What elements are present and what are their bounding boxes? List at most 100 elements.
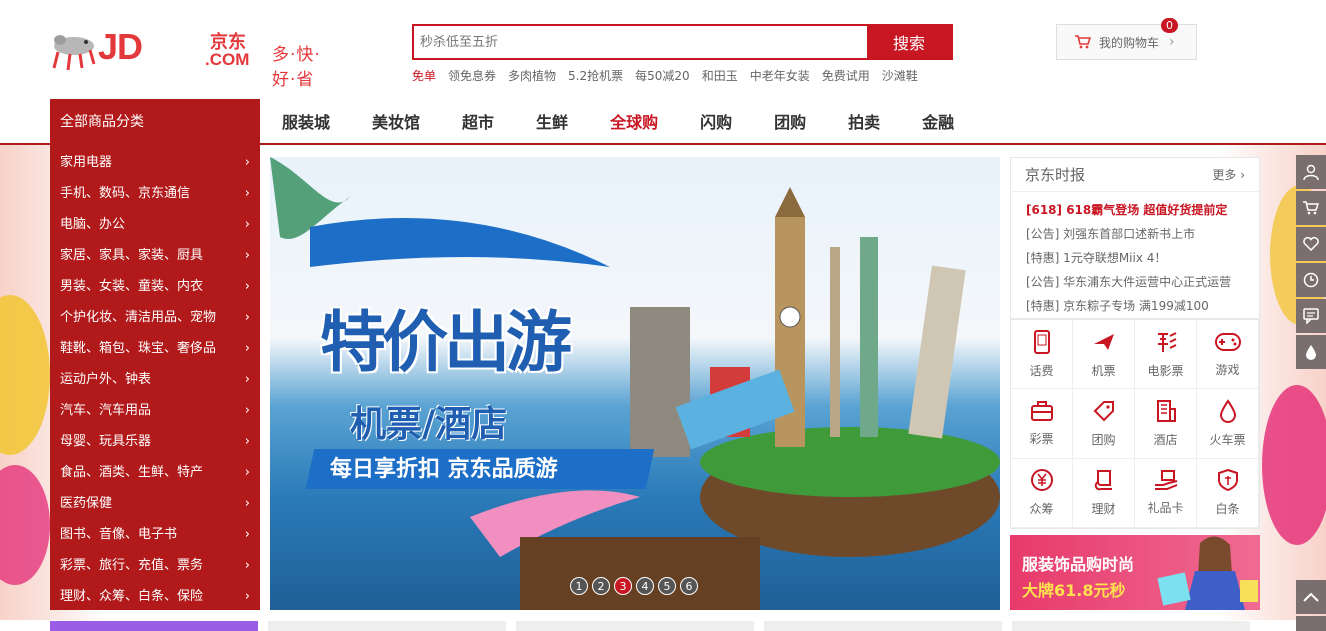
category-item[interactable]: 家用电器 › <box>50 147 260 178</box>
nav-item[interactable]: 服装城 <box>282 109 330 133</box>
nav-item[interactable]: 金融 <box>922 109 954 133</box>
category-item[interactable]: 个护化妆、清洁用品、宠物 › <box>50 302 260 333</box>
service-phone[interactable]: 话费 <box>1011 320 1073 390</box>
service-hotel[interactable]: 酒店 <box>1135 389 1197 459</box>
news-item[interactable]: [特惠] 1元夺联想Miix 4！ <box>1026 246 1259 270</box>
hotword-link[interactable]: 5.2抢机票 <box>568 67 623 84</box>
category-item[interactable]: 电脑、办公 › <box>50 209 260 240</box>
news-more-link[interactable]: 更多 › <box>1212 166 1245 183</box>
feedback-button[interactable] <box>1296 616 1326 631</box>
service-baitiao[interactable]: 白条 <box>1197 458 1259 528</box>
category-item[interactable]: 彩票、旅行、充值、票务 › <box>50 550 260 581</box>
logo-slogan: 多·快·好·省 <box>272 45 321 90</box>
hero-banner[interactable]: 特价出游 机票/酒店 每日享折扣 京东品质游 1 2 3 4 5 6 <box>270 157 1000 610</box>
category-item[interactable]: 食品、酒类、生鲜、特产 › <box>50 457 260 488</box>
carousel-dot-active[interactable]: 3 <box>614 577 632 595</box>
service-movie[interactable]: 电影票 <box>1135 320 1197 390</box>
news-title: 京东时报 <box>1025 166 1086 184</box>
service-button[interactable] <box>1296 335 1326 369</box>
floor-tab[interactable] <box>1012 621 1251 631</box>
service-label: 团购 <box>1091 432 1116 447</box>
search-button[interactable]: 搜索 <box>867 26 951 58</box>
service-finance[interactable]: 理财 <box>1073 458 1135 528</box>
floor-tab[interactable] <box>516 621 755 631</box>
service-label: 众筹 <box>1029 502 1054 517</box>
service-train[interactable]: 火车票 <box>1197 389 1259 459</box>
promo-line2: 大牌61.8元秒 <box>1022 581 1126 600</box>
carousel-dot[interactable]: 2 <box>592 577 610 595</box>
floor-tab[interactable] <box>50 621 259 631</box>
nav-item-active[interactable]: 全球购 <box>610 109 658 133</box>
cart-button[interactable]: 我的购物车 › 0 <box>1056 18 1197 60</box>
hotword-link[interactable]: 和田玉 <box>702 67 738 84</box>
category-item[interactable]: 鞋靴、箱包、珠宝、奢侈品 › <box>50 333 260 364</box>
category-item[interactable]: 医药保健 › <box>50 488 260 519</box>
category-item[interactable]: 汽车、汽车用品 › <box>50 395 260 426</box>
page: JD 京东 .COM 多·快·好·省 搜索 免单 领免息券 多肉植物 5.2抢机… <box>0 0 1326 631</box>
floor-tab[interactable] <box>764 621 1003 631</box>
service-groupbuy[interactable]: 团购 <box>1073 389 1135 459</box>
service-lottery[interactable]: 彩票 <box>1011 389 1073 459</box>
category-item[interactable]: 理财、众筹、白条、保险 › <box>50 581 260 612</box>
nav-item[interactable]: 美妆馆 <box>372 109 420 133</box>
service-game[interactable]: 游戏 <box>1197 320 1259 390</box>
carousel-dot[interactable]: 4 <box>636 577 654 595</box>
banner-headline: 特价出游 <box>320 304 572 381</box>
hotword-link[interactable]: 沙滩鞋 <box>882 67 918 84</box>
side-cart-button[interactable] <box>1296 191 1326 225</box>
more-label: 更多 <box>1212 168 1237 182</box>
category-item[interactable]: 运动户外、钟表 › <box>50 364 260 395</box>
service-crowdfund[interactable]: 众筹 <box>1011 458 1073 528</box>
hotword-link[interactable]: 免单 <box>412 67 436 84</box>
jd-logo[interactable]: JD 京东 .COM 多·快·好·省 <box>50 22 330 90</box>
hotword-link[interactable]: 多肉植物 <box>508 67 556 84</box>
hotword-link[interactable]: 中老年女装 <box>750 67 810 84</box>
carousel-dot[interactable]: 1 <box>570 577 588 595</box>
hotword-link[interactable]: 每50减20 <box>635 67 690 84</box>
hotword-link[interactable]: 领免息券 <box>448 67 496 84</box>
category-item[interactable]: 手机、数码、京东通信 › <box>50 178 260 209</box>
carousel-dot[interactable]: 5 <box>658 577 676 595</box>
history-button[interactable] <box>1296 263 1326 297</box>
news-item[interactable]: [公告] 华东浦东大件运营中心正式运营 <box>1026 270 1259 294</box>
gamepad-icon <box>1214 332 1241 351</box>
heart-icon <box>1303 237 1319 251</box>
decor-shape <box>0 295 50 455</box>
service-flight[interactable]: 机票 <box>1073 320 1135 390</box>
nav-item[interactable]: 超市 <box>462 109 494 133</box>
phone-icon <box>1033 329 1050 354</box>
category-item[interactable]: 家居、家具、家装、厨具 › <box>50 240 260 271</box>
search-input[interactable] <box>414 26 867 58</box>
back-to-top-button[interactable] <box>1296 580 1326 614</box>
service-giftcard[interactable]: 礼品卡 <box>1135 458 1197 528</box>
nav-item[interactable]: 生鲜 <box>536 109 568 133</box>
category-item[interactable]: 母婴、玩具乐器 › <box>50 426 260 457</box>
decor-shape <box>1262 385 1326 545</box>
chevron-right-icon: › <box>1240 168 1245 182</box>
category-item[interactable]: 男装、女装、童装、内衣 › <box>50 271 260 302</box>
news-item[interactable]: [公告] 刘强东首部口述新书上市 <box>1026 222 1259 246</box>
category-item[interactable]: 图书、音像、电子书 › <box>50 519 260 550</box>
favorites-button[interactable] <box>1296 227 1326 261</box>
news-item[interactable]: [618] 618霸气登场 超值好货提前定 <box>1026 198 1259 222</box>
category-menu: 家用电器 › 手机、数码、京东通信 › 电脑、办公 › 家居、家具、家装、厨具 › 男装… <box>50 145 260 610</box>
news-panel: 京东时报 更多 › [618] 618霸气登场 超值好货提前定 [公告] 刘强东… <box>1010 157 1260 319</box>
nav-item[interactable]: 团购 <box>774 109 806 133</box>
nav-item[interactable]: 闪购 <box>700 109 732 133</box>
jd-dog-mascot-icon <box>52 35 96 71</box>
news-item[interactable]: [特惠] 京东粽子专场 满199减100 <box>1026 294 1259 318</box>
logo-jd-text: JD <box>98 26 143 67</box>
hotword-link[interactable]: 免费试用 <box>822 67 870 84</box>
fashion-promo-banner[interactable]: 服装饰品购时尚 大牌61.8元秒 <box>1010 535 1260 610</box>
search-bar: 搜索 <box>412 24 953 60</box>
message-button[interactable] <box>1296 299 1326 333</box>
service-label: 机票 <box>1091 363 1116 378</box>
service-label: 火车票 <box>1209 432 1246 447</box>
all-categories-button[interactable]: 全部商品分类 <box>50 99 260 145</box>
floor-tab[interactable] <box>268 621 507 631</box>
user-button[interactable] <box>1296 155 1326 189</box>
nav-item[interactable]: 拍卖 <box>848 109 880 133</box>
nav-items: 服装城 美妆馆 超市 生鲜 全球购 闪购 团购 拍卖 金融 <box>282 99 996 143</box>
chevron-right-icon: › <box>244 279 250 294</box>
carousel-dot[interactable]: 6 <box>680 577 698 595</box>
